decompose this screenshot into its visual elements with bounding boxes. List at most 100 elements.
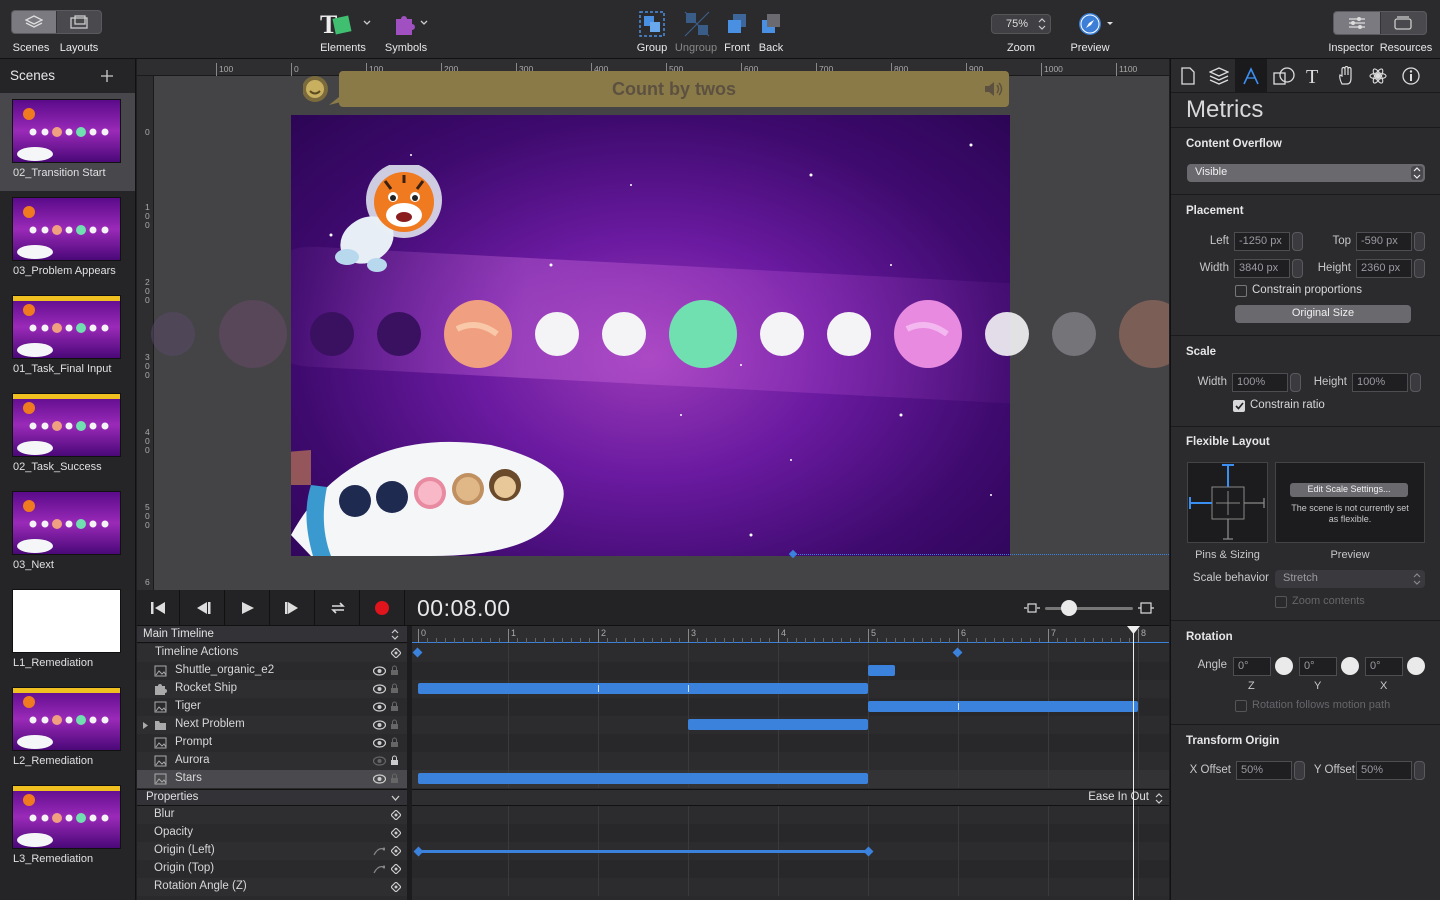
timeline-track[interactable] [412, 662, 1169, 680]
lock-icon[interactable] [390, 737, 399, 748]
step-forward-icon[interactable] [284, 601, 300, 615]
easing-select[interactable]: Ease In Out [1088, 791, 1149, 803]
property-animation-line[interactable] [418, 850, 868, 853]
timeline-track[interactable] [412, 770, 1169, 788]
layers-icon[interactable] [1209, 67, 1229, 85]
zoom-in-timeline-icon[interactable] [1137, 602, 1155, 614]
planet-row[interactable] [137, 289, 1169, 379]
timeline-zoom-knob[interactable] [1061, 600, 1077, 616]
property-row[interactable]: Origin (Left) [137, 842, 407, 860]
main-timeline-header[interactable]: Main Timeline [137, 626, 407, 643]
scene-item[interactable]: L3_Remediation [0, 779, 135, 877]
scene-item[interactable]: 02_Task_Success [0, 387, 135, 485]
property-track[interactable] [412, 842, 1169, 860]
timeline-row[interactable]: Aurora [137, 752, 407, 770]
timeline-row[interactable]: Prompt [137, 734, 407, 752]
property-keyframe[interactable] [863, 846, 874, 857]
front-button[interactable] [726, 13, 748, 35]
prompt-banner[interactable]: Count by twos [303, 71, 1009, 107]
step-back-icon[interactable] [195, 601, 211, 615]
eye-icon[interactable] [373, 720, 386, 730]
eye-icon[interactable] [373, 756, 386, 766]
scenes-toggle-button[interactable] [12, 11, 57, 33]
eye-icon[interactable] [373, 702, 386, 712]
timeline-track[interactable] [412, 680, 1169, 698]
y-offset-stepper[interactable] [1414, 761, 1425, 780]
original-size-button[interactable]: Original Size [1235, 305, 1411, 323]
info-icon[interactable] [1402, 67, 1420, 85]
timeline-track[interactable] [412, 734, 1169, 752]
eye-icon[interactable] [373, 738, 386, 748]
height-stepper[interactable] [1414, 259, 1425, 278]
motion-path-icon[interactable] [373, 846, 385, 856]
tab-metrics[interactable] [1235, 59, 1267, 93]
timeline-row[interactable]: Shuttle_organic_e2 [137, 662, 407, 680]
canvas-area[interactable]: 100 0 100 200 300 400 500 600 700 800 900 1000 1100 … [137, 59, 1169, 590]
property-track[interactable] [412, 806, 1169, 824]
rotation-follows-checkbox[interactable] [1235, 700, 1247, 712]
text-icon[interactable]: T [1305, 66, 1323, 86]
top-stepper[interactable] [1414, 232, 1425, 251]
animation-bar[interactable] [868, 665, 895, 676]
timeline-row[interactable]: Timeline Actions [137, 644, 407, 662]
scenes-layouts-toggle[interactable] [11, 10, 102, 34]
timeline-row[interactable]: Tiger [137, 698, 407, 716]
timeline-action-keyframe[interactable] [412, 647, 423, 658]
speaker-icon[interactable] [983, 81, 1003, 97]
motion-path-icon[interactable] [373, 864, 385, 874]
timeline-track[interactable] [412, 698, 1169, 716]
document-icon[interactable] [1180, 67, 1196, 85]
keyframe-add-icon[interactable] [391, 828, 401, 838]
play-icon[interactable] [241, 601, 255, 615]
lock-icon[interactable] [390, 773, 399, 784]
loop-icon[interactable] [329, 600, 347, 616]
back-button[interactable] [760, 13, 782, 35]
animation-bar[interactable] [418, 773, 868, 784]
property-row[interactable]: Blur [137, 806, 407, 824]
scene-item[interactable]: L1_Remediation [0, 583, 135, 681]
lock-icon[interactable] [390, 701, 399, 712]
symbols-button[interactable] [394, 13, 430, 35]
left-stepper[interactable] [1292, 232, 1303, 251]
top-field[interactable]: -590 px [1356, 232, 1412, 251]
left-field[interactable]: -1250 px [1234, 232, 1290, 251]
content-overflow-select[interactable]: Visible [1187, 164, 1425, 182]
inspector-toggle-button[interactable] [1334, 12, 1381, 34]
timeline-track[interactable] [412, 752, 1169, 770]
angle-x-dial[interactable] [1407, 657, 1425, 675]
angle-y-dial[interactable] [1341, 657, 1359, 675]
hand-icon[interactable] [1337, 66, 1355, 86]
timeline-track[interactable] [412, 716, 1169, 734]
record-icon[interactable] [375, 601, 389, 615]
timeline-track[interactable] [412, 644, 1169, 662]
angle-y-field[interactable]: 0° [1299, 657, 1337, 676]
lock-icon[interactable] [390, 683, 399, 694]
timeline-ruler[interactable]: 0 1 2 3 4 5 6 7 8 [412, 626, 1169, 643]
resources-toggle-button[interactable] [1381, 12, 1427, 34]
angle-x-field[interactable]: 0° [1365, 657, 1403, 676]
width-field[interactable]: 3840 px [1234, 259, 1290, 278]
disclosure-triangle-icon[interactable] [142, 721, 149, 730]
scene-item[interactable]: L2_Remediation [0, 681, 135, 779]
keyframe-add-icon[interactable] [391, 864, 401, 874]
property-track[interactable] [412, 824, 1169, 842]
keyframe-add-icon[interactable] [391, 810, 401, 820]
properties-header[interactable]: Properties [137, 789, 407, 806]
timeline-row[interactable]: Rocket Ship [137, 680, 407, 698]
scale-width-field[interactable]: 100% [1232, 373, 1288, 392]
property-track[interactable] [412, 878, 1169, 896]
preview-button[interactable] [1078, 12, 1118, 36]
scale-behavior-select[interactable]: Stretch [1275, 570, 1425, 588]
shapes-icon[interactable] [1273, 67, 1295, 85]
constrain-ratio-checkbox[interactable] [1233, 400, 1245, 412]
property-row[interactable]: Origin (Top) [137, 860, 407, 878]
animation-bar[interactable] [868, 701, 1138, 712]
lock-icon[interactable] [390, 665, 399, 676]
group-button[interactable] [639, 11, 665, 37]
plus-icon[interactable] [100, 69, 114, 83]
eye-icon[interactable] [373, 774, 386, 784]
zoom-out-timeline-icon[interactable] [1023, 602, 1041, 614]
timeline-zoom-slider[interactable] [1045, 607, 1133, 610]
timeline-action-keyframe[interactable] [952, 647, 963, 658]
playhead-handle[interactable] [1127, 626, 1140, 635]
